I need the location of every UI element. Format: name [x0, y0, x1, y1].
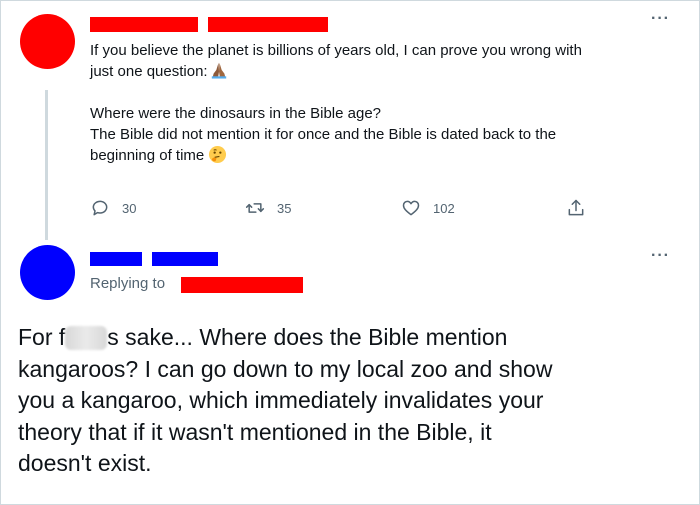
tweet-text-segment: just one question: — [90, 63, 208, 80]
reply-action[interactable]: 30 — [90, 198, 136, 218]
redacted-username[interactable] — [208, 17, 328, 32]
tweet-text: If you believe the planet is billions of… — [90, 40, 670, 166]
tweet-text-line: beginning of time — [90, 145, 670, 166]
like-count: 102 — [433, 200, 455, 216]
share-action[interactable] — [566, 198, 586, 218]
thread-connector-line — [45, 90, 48, 240]
redacted-username[interactable] — [152, 252, 218, 266]
reply-count: 30 — [122, 200, 137, 216]
reply-text: For f s sake... Where does the Bible ment… — [18, 322, 678, 480]
replying-to-label: Replying to — [90, 275, 166, 292]
like-action[interactable]: 102 — [401, 198, 455, 218]
reply-text-line: kangaroos? I can go down to my local zoo… — [18, 355, 553, 382]
reply-text-line: theory that if it wasn't mentioned in th… — [18, 418, 492, 445]
tweet-text-line: The Bible did not mention it for once an… — [90, 126, 557, 143]
retweet-action[interactable]: 35 — [245, 198, 291, 218]
reply-text-line: doesn't exist. — [18, 450, 152, 476]
tweet-text-line: just one question: — [90, 61, 670, 82]
reply-icon — [92, 200, 108, 216]
reply-text-line: you a kangaroo, which immediately invali… — [18, 387, 544, 413]
blurred-word — [65, 326, 108, 350]
more-icon[interactable]: ··· — [651, 247, 670, 265]
folded-hands-emoji — [211, 62, 226, 79]
thinking-face-emoji — [209, 145, 227, 164]
share-icon — [568, 199, 584, 216]
redacted-display-name[interactable] — [90, 252, 142, 266]
tweet-text-segment: beginning of time — [90, 147, 205, 164]
reply-text-segment: s sake... Where does the Bible mention — [107, 324, 508, 350]
reply-text-line: For f s sake... Where does the Bible ment… — [18, 322, 678, 354]
retweet-icon — [245, 203, 265, 213]
more-icon[interactable]: ··· — [651, 10, 670, 28]
avatar-blue[interactable] — [20, 245, 75, 300]
retweet-count: 35 — [277, 200, 292, 216]
reply-text-segment: For f — [18, 324, 66, 350]
like-icon — [402, 200, 420, 216]
tweet-text-line: Where were the dinosaurs in the Bible ag… — [90, 105, 382, 122]
tweet-text-line: If you believe the planet is billions of… — [90, 42, 582, 59]
redacted-reply-target[interactable] — [181, 277, 303, 293]
redacted-display-name[interactable] — [90, 17, 198, 32]
avatar-red[interactable] — [20, 14, 75, 69]
